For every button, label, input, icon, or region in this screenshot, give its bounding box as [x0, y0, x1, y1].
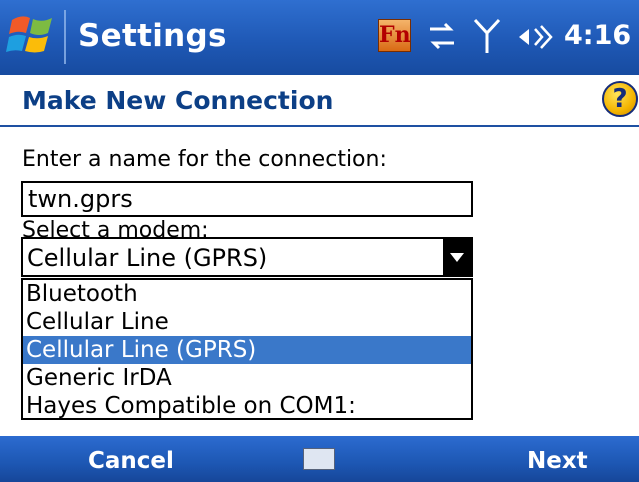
page-title: Make New Connection — [22, 86, 334, 115]
modem-option-cellular-line[interactable]: Cellular Line — [23, 308, 471, 336]
modem-option-cellular-line-gprs[interactable]: Cellular Line (GPRS) — [23, 336, 471, 364]
modem-selected-value: Cellular Line (GPRS) — [27, 244, 268, 272]
modem-option-bluetooth[interactable]: Bluetooth — [23, 280, 471, 308]
cancel-button[interactable]: Cancel — [88, 448, 174, 474]
app-title[interactable]: Settings — [78, 18, 227, 54]
keyboard-icon[interactable] — [303, 448, 335, 470]
modem-option-hayes-com1[interactable]: Hayes Compatible on COM1: — [23, 392, 471, 418]
fn-key-icon[interactable]: Fn — [378, 19, 411, 52]
command-bar: Cancel Next — [0, 436, 639, 482]
connection-name-input[interactable] — [21, 181, 473, 217]
next-button[interactable]: Next — [527, 448, 588, 474]
clock-text[interactable]: 4:16 — [564, 20, 631, 51]
title-bar: Settings Fn 4:16 — [0, 0, 639, 75]
connectivity-icon[interactable] — [424, 18, 460, 54]
title-divider — [64, 10, 66, 64]
modem-dropdown-list[interactable]: Bluetooth Cellular Line Cellular Line (G… — [21, 278, 473, 420]
dropdown-arrow-icon[interactable] — [443, 239, 471, 275]
connection-name-label: Enter a name for the connection: — [22, 147, 387, 172]
modem-select[interactable]: Cellular Line (GPRS) — [21, 237, 473, 277]
help-icon[interactable]: ? — [602, 81, 638, 117]
signal-strength-icon[interactable] — [472, 15, 502, 57]
windows-start-icon[interactable] — [4, 6, 62, 64]
modem-option-generic-irda[interactable]: Generic IrDA — [23, 364, 471, 392]
volume-icon[interactable] — [516, 20, 554, 54]
page-header: Make New Connection ? — [0, 75, 639, 127]
